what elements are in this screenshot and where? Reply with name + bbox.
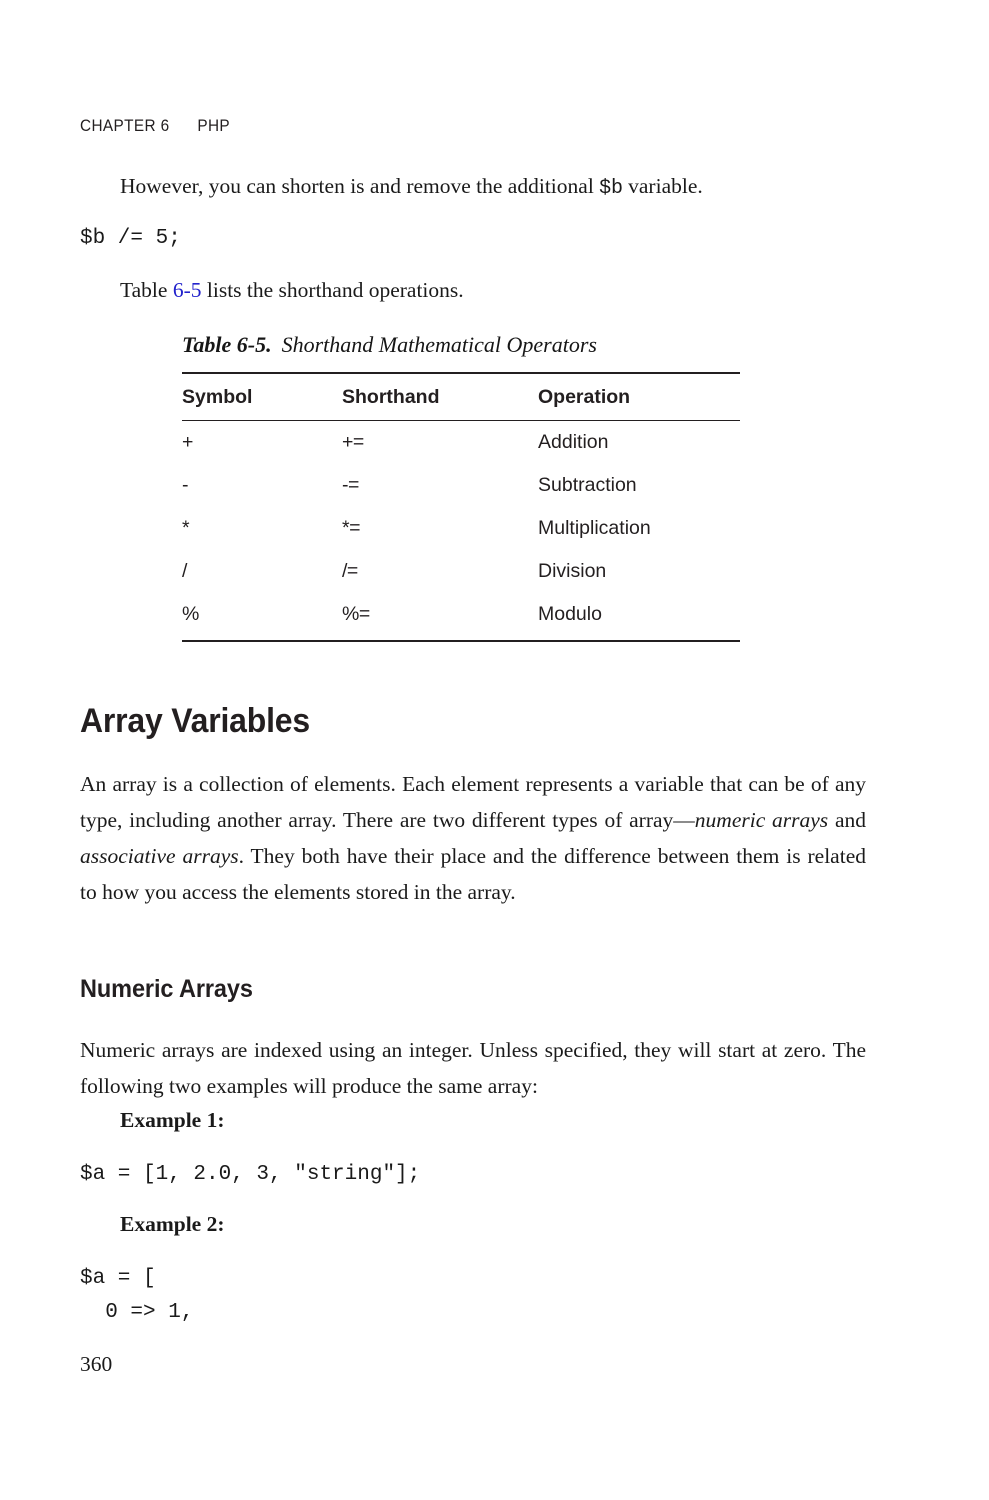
cell-operation: Subtraction (538, 474, 637, 496)
table-cross-reference-link[interactable]: 6-5 (173, 278, 202, 302)
running-head-chapter: CHAPTER 6 (80, 117, 170, 135)
column-header-operation: Operation (538, 372, 740, 421)
code-block-shorthand: $b /= 5; (80, 222, 866, 256)
heading-array-variables: Array Variables (80, 702, 310, 740)
cell-symbol: - (182, 474, 189, 496)
cell-symbol: / (182, 560, 187, 582)
cell-shorthand: -= (342, 474, 359, 496)
column-header-shorthand: Shorthand (342, 372, 538, 421)
paragraph-however: However, you can shorten is and remove t… (80, 168, 866, 207)
table-row: - -= Subtraction (182, 464, 740, 507)
code-example-1-line: $a = [1, 2.0, 3, "string"]; (80, 1163, 421, 1186)
table-ref-after: lists the shorthand operations. (201, 278, 464, 302)
operators-table: Symbol Shorthand Operation + += Addition… (182, 372, 740, 642)
running-head: CHAPTER 6 PHP (80, 117, 230, 136)
code-block-example-2: $a = [ 0 => 1, (80, 1262, 866, 1330)
cell-operation: Modulo (538, 593, 740, 642)
paragraph-however-text: However, you can shorten is and remove t… (80, 168, 866, 207)
table-header-row: Symbol Shorthand Operation (182, 372, 740, 421)
cell-symbol: * (182, 517, 190, 539)
label-example-2: Example 2: (120, 1212, 225, 1236)
table-row: + += Addition (182, 421, 740, 465)
column-header-symbol: Symbol (182, 372, 342, 421)
table-caption-title: Shorthand Mathematical Operators (281, 332, 597, 357)
paragraph-table-ref-text: Table 6-5 lists the shorthand operations… (80, 272, 866, 308)
book-page: CHAPTER 6 PHP However, you can shorten is… (0, 0, 989, 1500)
table-row: / /= Division (182, 550, 740, 593)
paragraph-array-variables: An array is a collection of elements. Ea… (80, 766, 866, 910)
term-associative-arrays: associative arrays (80, 844, 239, 868)
running-head-title: PHP (197, 117, 231, 135)
table-ref-before: Table (120, 278, 173, 302)
code-example-2-line-1: $a = [ (80, 1267, 156, 1290)
cell-symbol: % (182, 593, 342, 642)
cell-shorthand: += (342, 431, 364, 453)
paragraph-table-ref: Table 6-5 lists the shorthand operations… (80, 272, 866, 308)
cell-shorthand: /= (342, 560, 358, 582)
however-code-var: $b (599, 177, 623, 200)
table-caption: Table 6-5. Shorthand Mathematical Operato… (182, 330, 740, 360)
cell-shorthand: *= (342, 517, 360, 539)
table-row: % %= Modulo (182, 593, 740, 642)
code-shorthand-line: $b /= 5; (80, 227, 181, 250)
however-after: variable. (622, 174, 703, 198)
heading-numeric-arrays: Numeric Arrays (80, 975, 253, 1003)
table-caption-label: Table 6-5. (182, 332, 272, 357)
term-numeric-arrays: numeric arrays (694, 808, 829, 832)
code-example-2-line-2: 0 => 1, (80, 1301, 194, 1324)
cell-symbol: + (182, 431, 193, 453)
paragraph-array-variables-text: An array is a collection of elements. Ea… (80, 766, 866, 910)
table-shorthand-operators: Table 6-5. Shorthand Mathematical Operato… (182, 330, 740, 642)
cell-shorthand: %= (342, 593, 538, 642)
table-row: * *= Multiplication (182, 507, 740, 550)
array-body-part2: and (828, 808, 866, 832)
cell-operation: Multiplication (538, 517, 651, 539)
paragraph-numeric-arrays: Numeric arrays are indexed using an inte… (80, 1032, 866, 1104)
page-number: 360 (80, 1352, 113, 1376)
code-block-example-1: $a = [1, 2.0, 3, "string"]; (80, 1158, 866, 1192)
however-before: However, you can shorten is and remove t… (120, 174, 600, 198)
cell-operation: Division (538, 560, 607, 582)
paragraph-numeric-arrays-text: Numeric arrays are indexed using an inte… (80, 1038, 866, 1098)
label-example-1: Example 1: (120, 1108, 225, 1132)
cell-operation: Addition (538, 431, 609, 453)
